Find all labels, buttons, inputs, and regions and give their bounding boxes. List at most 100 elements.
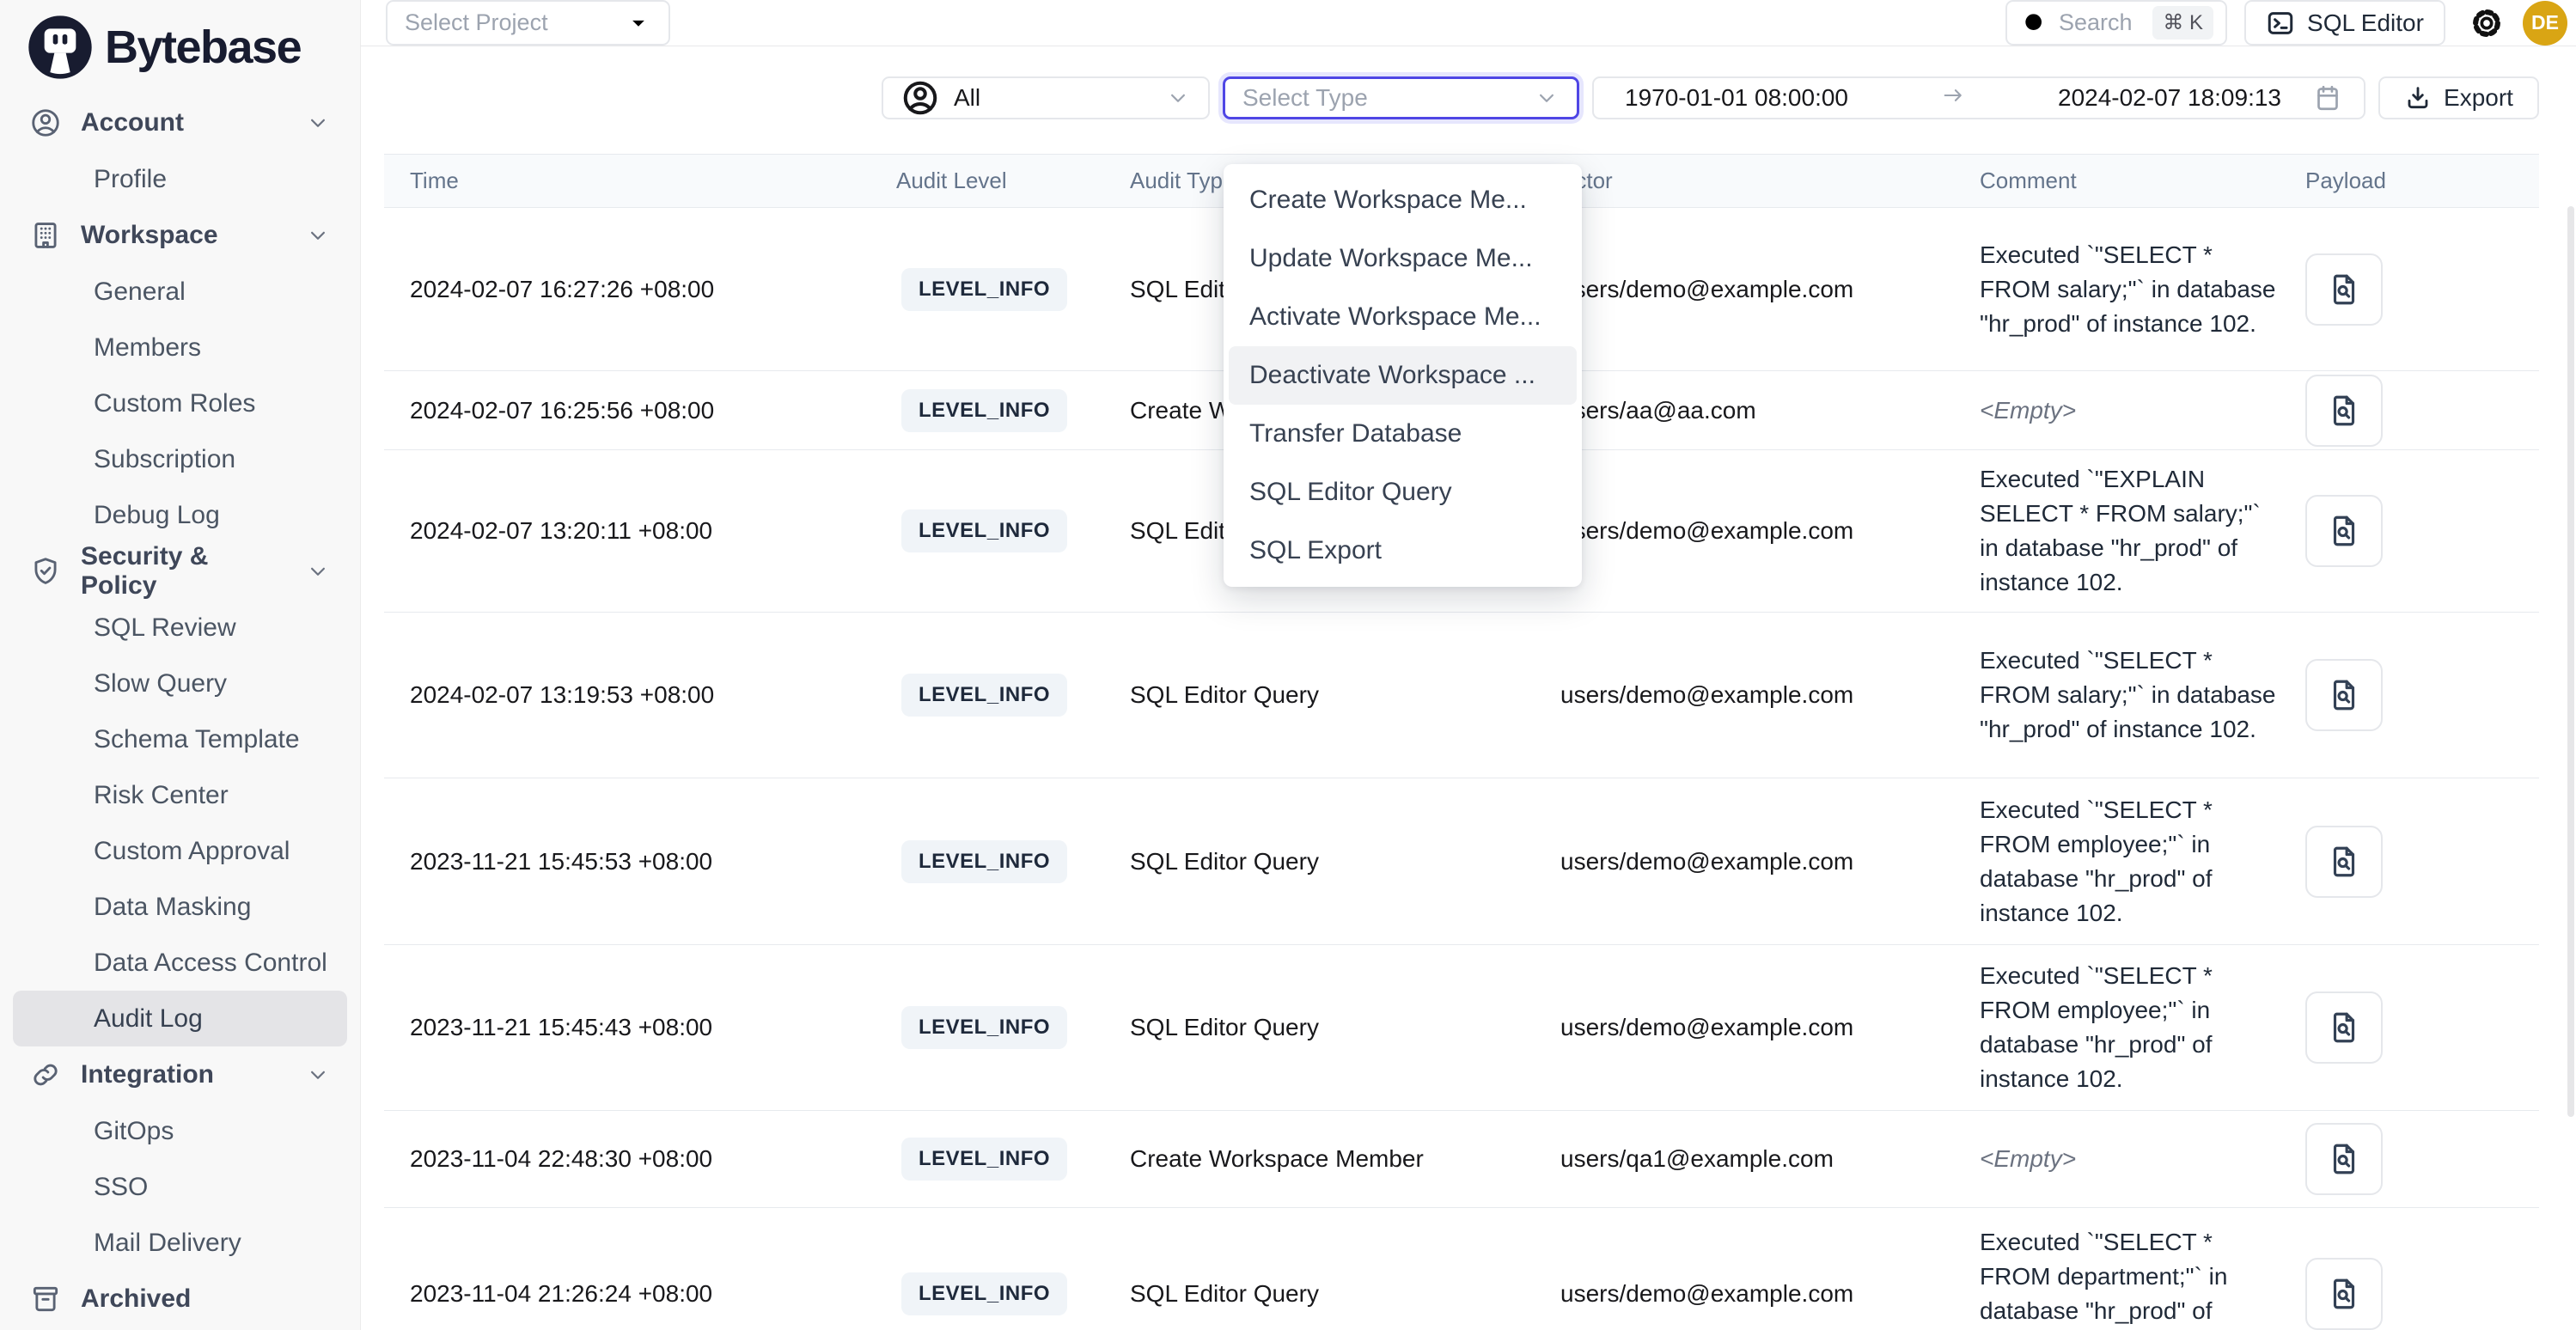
export-label: Export — [2444, 84, 2513, 112]
audit-time: 2024-02-07 13:19:53 +08:00 — [384, 681, 896, 709]
menu-item-deactivate-workspace[interactable]: Deactivate Workspace ... — [1229, 346, 1577, 405]
chevron-down-icon — [626, 10, 651, 36]
view-payload-button[interactable] — [2305, 659, 2383, 731]
sidebar-item-members[interactable]: Members — [13, 320, 347, 375]
sidebar-item-data-access-control[interactable]: Data Access Control — [13, 935, 347, 991]
chevron-down-icon — [305, 110, 331, 136]
document-search-icon — [2326, 844, 2362, 880]
type-filter-select[interactable]: Select Type — [1223, 76, 1579, 119]
link-icon — [29, 1059, 62, 1091]
view-payload-button[interactable] — [2305, 375, 2383, 447]
audit-actor: users/qa1@example.com — [1560, 1145, 1980, 1173]
date-from-value: 1970-01-01 08:00:00 — [1625, 84, 1848, 112]
sidebar-section-integration[interactable]: Integration — [0, 1046, 360, 1103]
sidebar-item-custom-roles[interactable]: Custom Roles — [13, 375, 347, 431]
document-search-icon — [2326, 1276, 2362, 1312]
actor-filter-select[interactable]: All — [882, 76, 1210, 119]
view-payload-button[interactable] — [2305, 1123, 2383, 1195]
sidebar-item-debug-log[interactable]: Debug Log — [13, 487, 347, 543]
menu-item-sql-editor-query[interactable]: SQL Editor Query — [1229, 463, 1577, 522]
topbar: Select Project Search ⌘ K SQL Editor DE — [361, 0, 2576, 46]
arrow-right-icon — [1857, 83, 2049, 113]
date-range-picker[interactable]: 1970-01-01 08:00:00 2024-02-07 18:09:13 — [1592, 76, 2365, 119]
sidebar-item-custom-approval[interactable]: Custom Approval — [13, 823, 347, 879]
settings-button[interactable] — [2468, 4, 2506, 42]
audit-actor: users/demo@example.com — [1560, 276, 1980, 303]
sidebar-section-account[interactable]: Account — [0, 95, 360, 151]
sidebar-item-data-masking[interactable]: Data Masking — [13, 879, 347, 935]
menu-item-create-workspace-me[interactable]: Create Workspace Me... — [1229, 171, 1577, 229]
menu-item-activate-workspace-me[interactable]: Activate Workspace Me... — [1229, 288, 1577, 346]
audit-type: SQL Editor Query — [1130, 848, 1560, 875]
document-search-icon — [2326, 393, 2362, 429]
date-to-value: 2024-02-07 18:09:13 — [2058, 84, 2281, 112]
audit-time: 2023-11-04 21:26:24 +08:00 — [384, 1280, 896, 1308]
audit-time: 2024-02-07 13:20:11 +08:00 — [384, 517, 896, 545]
audit-type: Create Workspace Member — [1130, 1145, 1560, 1173]
sql-editor-button[interactable]: SQL Editor — [2244, 0, 2445, 46]
type-filter-menu: Create Workspace Me... Update Workspace … — [1224, 164, 1582, 587]
actor-filter-value: All — [954, 84, 1151, 112]
brand-logo[interactable]: Bytebase — [0, 0, 360, 95]
sidebar-item-schema-template[interactable]: Schema Template — [13, 711, 347, 767]
document-search-icon — [2326, 1010, 2362, 1046]
project-select[interactable]: Select Project — [386, 0, 670, 46]
scrollbar-thumb[interactable] — [2567, 206, 2574, 1117]
audit-level-badge: LEVEL_INFO — [901, 1006, 1067, 1049]
audit-level-badge: LEVEL_INFO — [901, 268, 1067, 311]
sidebar-item-audit-log[interactable]: Audit Log — [13, 991, 347, 1046]
menu-item-sql-export[interactable]: SQL Export — [1229, 522, 1577, 580]
view-payload-button[interactable] — [2305, 1258, 2383, 1330]
search-input[interactable]: Search ⌘ K — [2005, 0, 2227, 46]
sidebar-section-workspace[interactable]: Workspace — [0, 207, 360, 264]
audit-type: SQL Editor Query — [1130, 1014, 1560, 1041]
audit-comment: Executed `"SELECT * FROM salary;"` in da… — [1980, 238, 2280, 341]
audit-actor: users/demo@example.com — [1560, 848, 1980, 875]
sidebar-item-general[interactable]: General — [13, 264, 347, 320]
type-filter-placeholder: Select Type — [1242, 84, 1534, 112]
sidebar-item-slow-query[interactable]: Slow Query — [13, 656, 347, 711]
user-avatar[interactable]: DE — [2523, 1, 2567, 46]
shield-check-icon — [29, 555, 62, 588]
audit-time: 2024-02-07 16:25:56 +08:00 — [384, 397, 896, 424]
view-payload-button[interactable] — [2305, 991, 2383, 1064]
document-search-icon — [2326, 513, 2362, 549]
chevron-down-icon — [1534, 85, 1560, 111]
gear-icon — [2468, 4, 2506, 42]
sidebar-item-profile[interactable]: Profile — [13, 151, 347, 207]
export-button[interactable]: Export — [2378, 76, 2539, 119]
sidebar-section-security-policy[interactable]: Security & Policy — [0, 543, 360, 600]
header-audit-level: Audit Level — [896, 168, 1130, 194]
sidebar-item-sql-review[interactable]: SQL Review — [13, 600, 347, 656]
menu-item-transfer-database[interactable]: Transfer Database — [1229, 405, 1577, 463]
audit-level-badge: LEVEL_INFO — [901, 1138, 1067, 1181]
audit-level-badge: LEVEL_INFO — [901, 389, 1067, 432]
sidebar-item-subscription[interactable]: Subscription — [13, 431, 347, 487]
sidebar-item-risk-center[interactable]: Risk Center — [13, 767, 347, 823]
header-comment: Comment — [1980, 168, 2305, 194]
document-search-icon — [2326, 271, 2362, 308]
audit-comment: Executed `"SELECT * FROM department;"` i… — [1980, 1225, 2280, 1330]
view-payload-button[interactable] — [2305, 826, 2383, 898]
project-select-label: Select Project — [405, 9, 626, 36]
sidebar-item-mail-delivery[interactable]: Mail Delivery — [13, 1215, 347, 1271]
sidebar-item-gitops[interactable]: GitOps — [13, 1103, 347, 1159]
sidebar-section-archived[interactable]: Archived — [0, 1271, 360, 1327]
document-search-icon — [2326, 1141, 2362, 1177]
menu-item-update-workspace-me[interactable]: Update Workspace Me... — [1229, 229, 1577, 288]
archive-icon — [29, 1283, 62, 1315]
view-payload-button[interactable] — [2305, 495, 2383, 567]
audit-level-badge: LEVEL_INFO — [901, 1272, 1067, 1315]
building-icon — [29, 219, 62, 252]
audit-actor: users/demo@example.com — [1560, 1280, 1980, 1308]
audit-level-badge: LEVEL_INFO — [901, 509, 1067, 552]
bytebase-app: Bytebase Account Profile Workspace Gener… — [0, 0, 2576, 1330]
view-payload-button[interactable] — [2305, 253, 2383, 326]
audit-actor: users/demo@example.com — [1560, 517, 1980, 545]
terminal-icon — [2266, 9, 2295, 38]
search-shortcut-badge: ⌘ K — [2152, 6, 2213, 40]
sidebar-item-sso[interactable]: SSO — [13, 1159, 347, 1215]
header-actor: Actor — [1560, 168, 1980, 194]
audit-comment: Executed `"SELECT * FROM employee;"` in … — [1980, 959, 2280, 1096]
header-time: Time — [384, 168, 896, 194]
